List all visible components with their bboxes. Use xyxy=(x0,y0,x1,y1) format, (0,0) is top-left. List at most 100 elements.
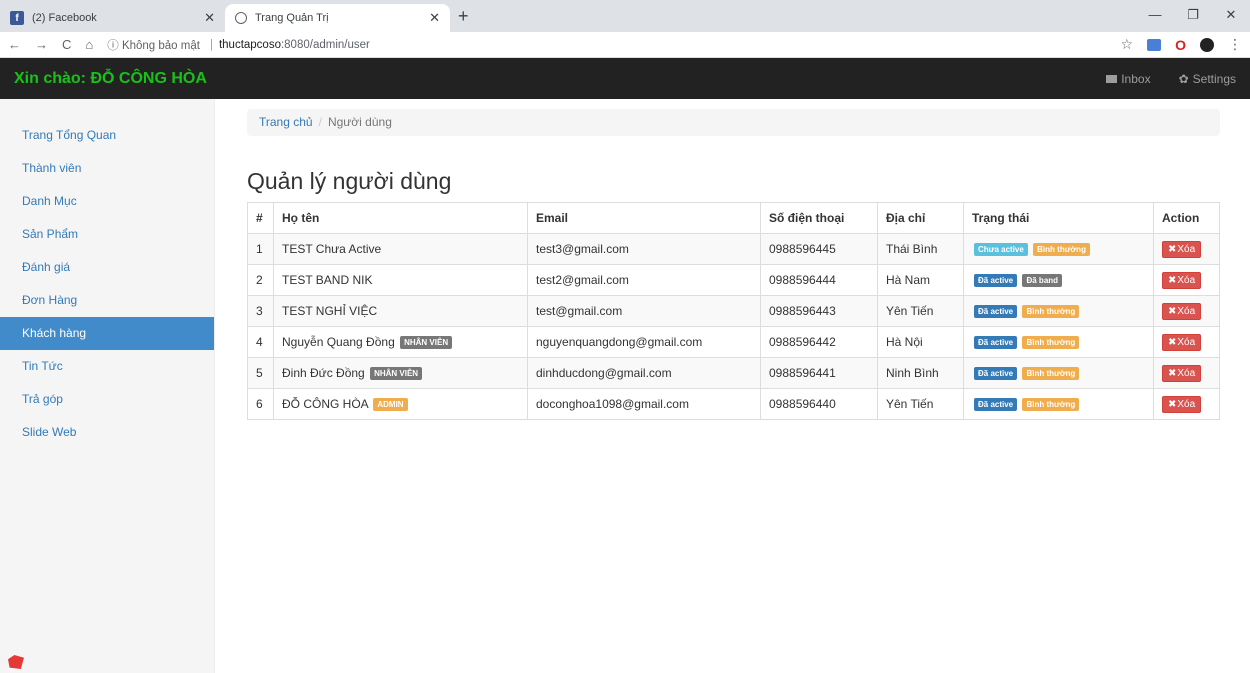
active-badge[interactable]: Đã active xyxy=(974,366,1018,381)
active-badge[interactable]: Đã active xyxy=(974,335,1018,350)
extensions: ☆ O ⋮ xyxy=(1121,36,1242,53)
status-badge[interactable]: Đã band xyxy=(1022,273,1063,288)
sidebar-item-members[interactable]: Thành viên xyxy=(0,152,214,185)
sidebar-item-slides[interactable]: Slide Web xyxy=(0,416,214,449)
table-row: 6 ĐỖ CÔNG HÒA ADMIN doconghoa1098@gmail.co… xyxy=(247,388,1220,420)
delete-label: Xóa xyxy=(1177,274,1196,286)
profile-icon[interactable] xyxy=(1200,37,1214,52)
sidebar: Trang Tổng Quan Thành viên Danh Mục Sản … xyxy=(0,99,215,673)
close-icon: ✖ xyxy=(1168,274,1177,286)
home-icon[interactable]: ⌂ xyxy=(85,37,93,52)
browser-tab-facebook[interactable]: f (2) Facebook ✕ xyxy=(0,4,225,32)
breadcrumb: Trang chủ / Người dùng xyxy=(247,109,1220,136)
cell-name: Đinh Đức Đồng NHÂN VIÊN xyxy=(273,357,528,389)
cell-phone: 0988596445 xyxy=(760,233,878,265)
cell-action: ✖Xóa xyxy=(1153,357,1220,389)
delete-button[interactable]: ✖Xóa xyxy=(1162,333,1202,351)
user-name: Đinh Đức Đồng xyxy=(282,365,365,380)
active-badge[interactable]: Chưa active xyxy=(974,242,1028,257)
close-tab-icon[interactable]: ✕ xyxy=(429,10,440,26)
role-badge: NHÂN VIÊN xyxy=(370,366,423,381)
cell-email: test@gmail.com xyxy=(527,295,761,327)
address-bar: ← → C ⌂ ⓘ Không bảo mật | thuctapcoso:80… xyxy=(0,32,1250,58)
close-icon: ✖ xyxy=(1168,305,1177,317)
delete-button[interactable]: ✖Xóa xyxy=(1162,364,1202,382)
tab-title: (2) Facebook xyxy=(32,12,97,24)
minimize-icon[interactable]: — xyxy=(1136,0,1174,32)
delete-button[interactable]: ✖Xóa xyxy=(1162,302,1202,320)
settings-label: Settings xyxy=(1192,71,1236,86)
active-badge[interactable]: Đã active xyxy=(974,397,1018,412)
col-header-status: Trạng thái xyxy=(963,202,1154,234)
sidebar-item-news[interactable]: Tin Tức xyxy=(0,350,214,383)
sidebar-item-customers[interactable]: Khách hàng xyxy=(0,317,214,350)
insecure-label: ⓘ Không bảo mật xyxy=(107,39,200,52)
user-name: TEST Chưa Active xyxy=(282,242,382,256)
close-icon: ✖ xyxy=(1168,398,1177,410)
browser-tabbar: f (2) Facebook ✕ Trang Quản Trị ✕ + — ❐ … xyxy=(0,0,1250,32)
active-badge[interactable]: Đã active xyxy=(974,304,1018,319)
table-row: 4 Nguyễn Quang Đồng NHÂN VIÊN nguyenquangd… xyxy=(247,326,1220,358)
cell-email: doconghoa1098@gmail.com xyxy=(527,388,761,420)
delete-button[interactable]: ✖Xóa xyxy=(1162,240,1202,258)
cell-address: Yên Tiến xyxy=(877,388,964,420)
cell-action: ✖Xóa xyxy=(1153,326,1220,358)
inbox-link[interactable]: Inbox xyxy=(1092,72,1164,86)
sidebar-item-dashboard[interactable]: Trang Tổng Quan xyxy=(0,119,214,152)
role-badge: ADMIN xyxy=(373,397,408,412)
bookmark-star-icon[interactable]: ☆ xyxy=(1121,36,1134,53)
status-badge[interactable]: Bình thường xyxy=(1022,397,1080,412)
col-header-email: Email xyxy=(527,202,761,234)
delete-label: Xóa xyxy=(1177,243,1196,255)
table-row: 3 TEST NGHỈ VIỆC test@gmail.com 0988596443 Y… xyxy=(247,295,1220,327)
close-window-icon[interactable]: ✕ xyxy=(1212,0,1250,32)
delete-label: Xóa xyxy=(1177,305,1196,317)
status-badge[interactable]: Bình thường xyxy=(1022,304,1080,319)
window-controls: — ❐ ✕ xyxy=(1136,0,1250,32)
sidebar-item-installment[interactable]: Trả góp xyxy=(0,383,214,416)
back-icon[interactable]: ← xyxy=(8,37,21,52)
cell-name: TEST NGHỈ VIỆC xyxy=(273,295,528,327)
breadcrumb-home-link[interactable]: Trang chủ xyxy=(259,115,313,129)
brand-greeting[interactable]: Xin chào: ĐỖ CÔNG HÒA xyxy=(14,70,207,88)
col-header-name: Họ tên xyxy=(273,202,528,234)
tab-title: Trang Quản Trị xyxy=(255,12,329,24)
table-header-row: # Họ tên Email Số điện thoại Địa chỉ Trạ… xyxy=(247,202,1220,234)
opera-icon[interactable]: O xyxy=(1175,37,1186,53)
status-badge[interactable]: Bình thường xyxy=(1022,366,1080,381)
extension-icon[interactable] xyxy=(1147,38,1162,51)
cell-status: Đã active Bình thường xyxy=(963,326,1154,358)
status-badge[interactable]: Bình thường xyxy=(1033,242,1090,257)
cell-address: Ninh Bình xyxy=(877,357,964,389)
cell-status: Đã active Bình thường xyxy=(963,388,1154,420)
col-header-action: Action xyxy=(1153,202,1220,234)
cell-phone: 0988596443 xyxy=(760,295,878,327)
sidebar-item-products[interactable]: Sản Phẩm xyxy=(0,218,214,251)
reload-icon[interactable]: C xyxy=(62,37,71,52)
forward-icon[interactable]: → xyxy=(35,37,48,52)
new-tab-button[interactable]: + xyxy=(450,6,479,32)
cell-address: Hà Nội xyxy=(877,326,964,358)
delete-button[interactable]: ✖Xóa xyxy=(1162,395,1202,413)
url-field[interactable]: ⓘ Không bảo mật | thuctapcoso:8080/admin… xyxy=(107,37,1120,53)
close-tab-icon[interactable]: ✕ xyxy=(204,10,215,26)
col-header-phone: Số điện thoại xyxy=(760,202,878,234)
cell-email: test2@gmail.com xyxy=(527,264,761,296)
browser-menu-icon[interactable]: ⋮ xyxy=(1228,36,1242,53)
status-badge[interactable]: Bình thường xyxy=(1022,335,1080,350)
cell-status: Đã active Bình thường xyxy=(963,295,1154,327)
delete-button[interactable]: ✖Xóa xyxy=(1162,271,1202,289)
sidebar-item-categories[interactable]: Danh Mục xyxy=(0,185,214,218)
browser-tab-admin[interactable]: Trang Quản Trị ✕ xyxy=(225,4,450,32)
active-badge[interactable]: Đã active xyxy=(974,273,1018,288)
cell-name: TEST Chưa Active xyxy=(273,233,528,265)
cell-status: Chưa active Bình thường xyxy=(963,233,1154,265)
cell-phone: 0988596442 xyxy=(760,326,878,358)
sidebar-item-orders[interactable]: Đơn Hàng xyxy=(0,284,214,317)
users-table: # Họ tên Email Số điện thoại Địa chỉ Trạ… xyxy=(247,202,1220,420)
maximize-icon[interactable]: ❐ xyxy=(1174,0,1212,32)
cell-index: 5 xyxy=(247,357,274,389)
sidebar-item-reviews[interactable]: Đánh giá xyxy=(0,251,214,284)
settings-link[interactable]: ✿ Settings xyxy=(1165,72,1250,86)
breadcrumb-current: Người dùng xyxy=(327,115,392,129)
